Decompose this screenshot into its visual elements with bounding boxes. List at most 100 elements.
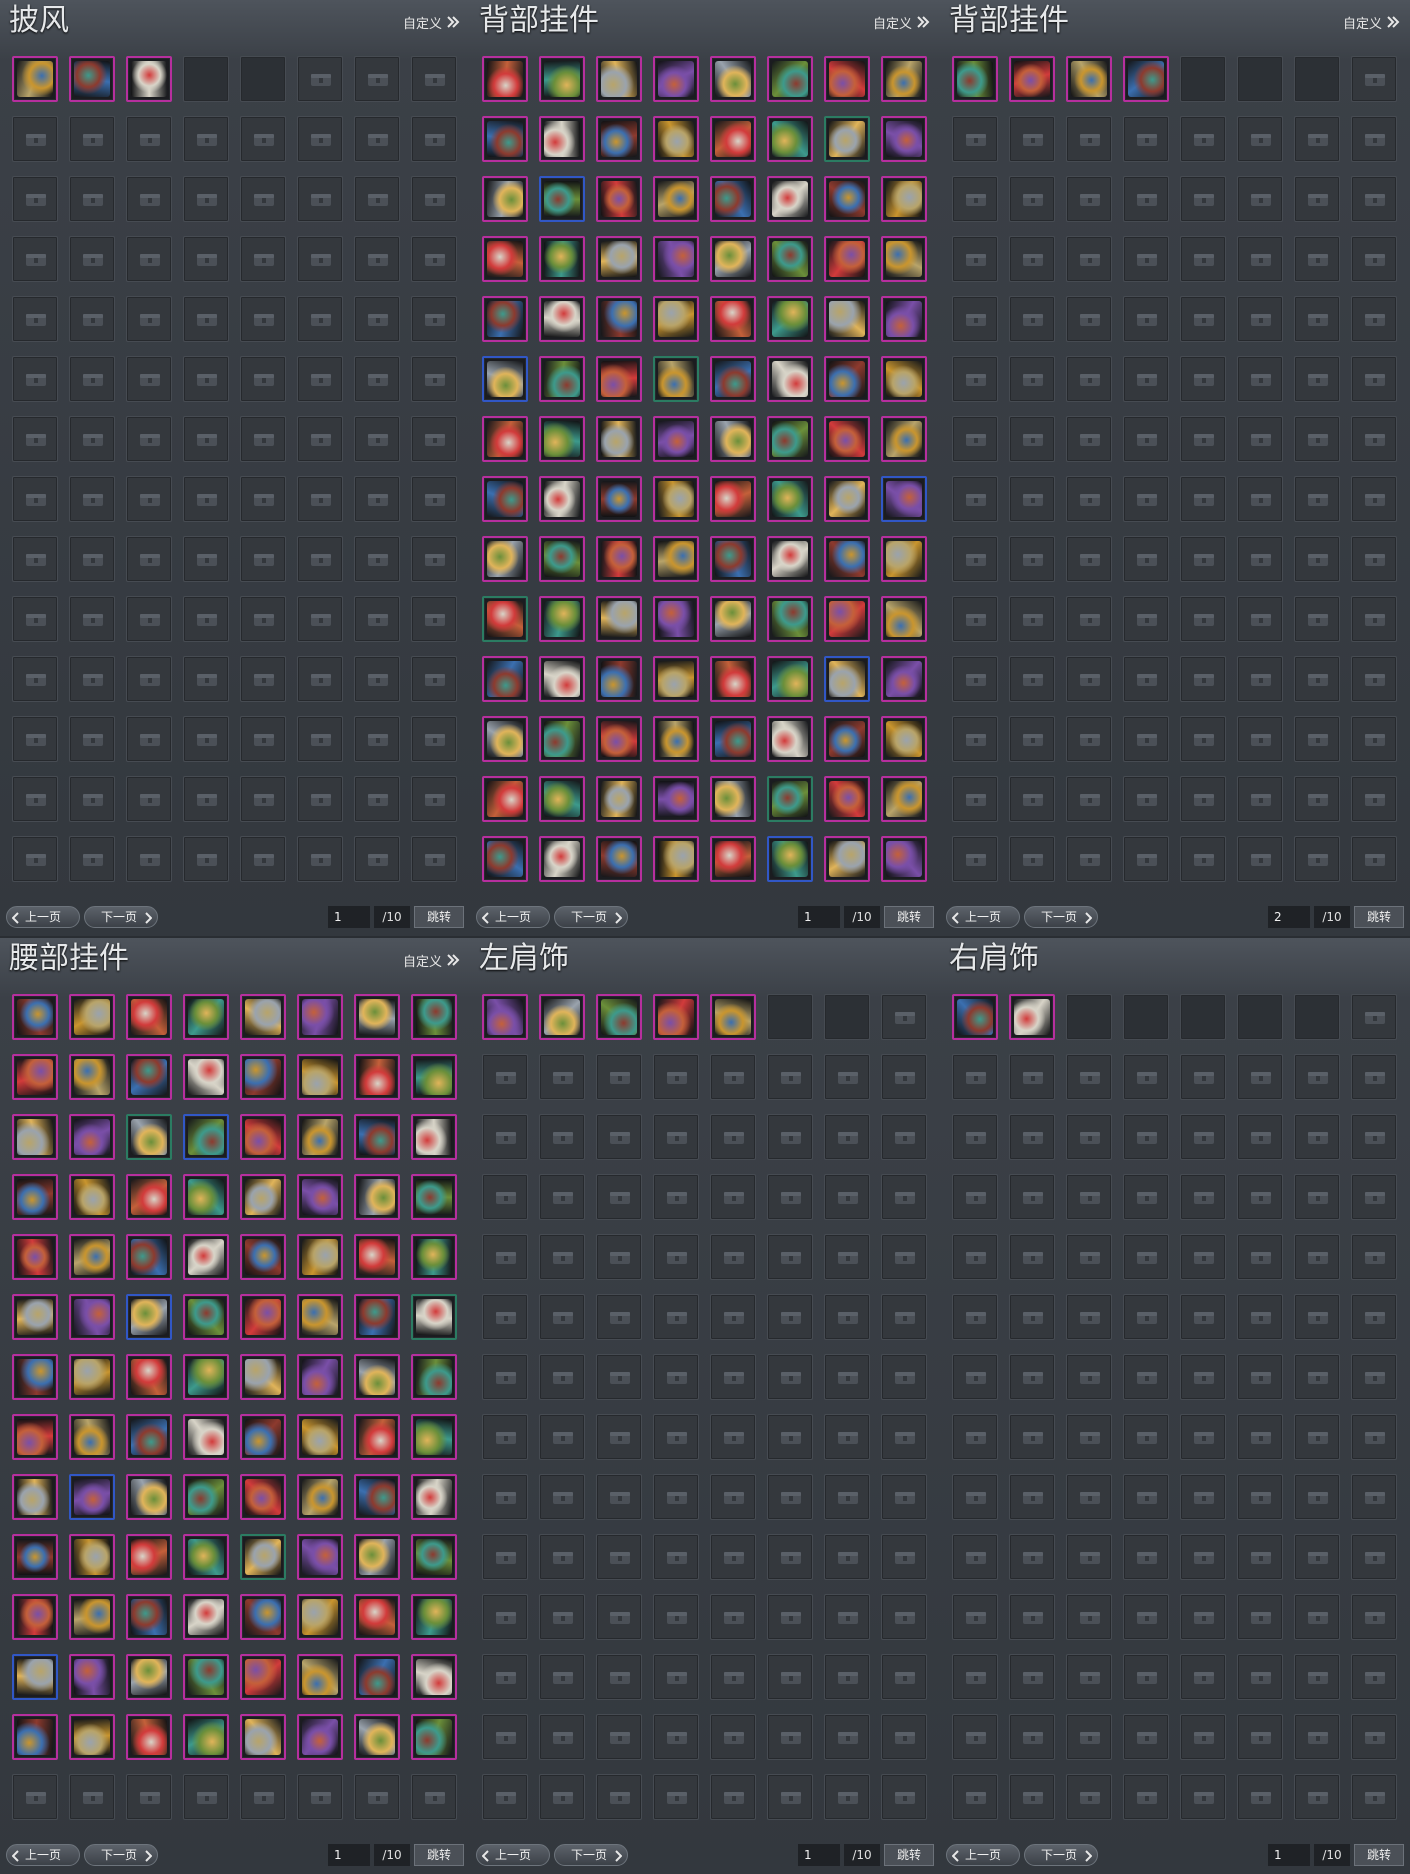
- empty-slot[interactable]: [1237, 994, 1283, 1040]
- item-slot[interactable]: [126, 1054, 172, 1100]
- item-slot[interactable]: [126, 1354, 172, 1400]
- next-page-button[interactable]: 下一页: [1024, 1844, 1098, 1866]
- item-slot[interactable]: [767, 836, 813, 882]
- item-slot[interactable]: [183, 1234, 229, 1280]
- item-slot[interactable]: [297, 1594, 343, 1640]
- item-slot[interactable]: [482, 416, 528, 462]
- item-slot[interactable]: [539, 236, 585, 282]
- item-slot[interactable]: [824, 476, 870, 522]
- item-slot[interactable]: [240, 1174, 286, 1220]
- item-slot[interactable]: [297, 1294, 343, 1340]
- item-slot[interactable]: [824, 176, 870, 222]
- next-page-button[interactable]: 下一页: [1024, 906, 1098, 928]
- page-number-input[interactable]: [798, 906, 840, 928]
- item-slot[interactable]: [767, 476, 813, 522]
- item-slot[interactable]: [881, 416, 927, 462]
- item-slot[interactable]: [69, 1594, 115, 1640]
- item-slot[interactable]: [482, 176, 528, 222]
- item-slot[interactable]: [710, 296, 756, 342]
- prev-page-button[interactable]: 上一页: [6, 906, 80, 928]
- item-slot[interactable]: [126, 1174, 172, 1220]
- empty-slot[interactable]: [1180, 56, 1226, 102]
- item-slot[interactable]: [354, 1114, 400, 1160]
- item-slot[interactable]: [411, 1114, 457, 1160]
- item-slot[interactable]: [539, 116, 585, 162]
- item-slot[interactable]: [183, 1414, 229, 1460]
- page-number-input[interactable]: [1268, 1844, 1310, 1866]
- item-slot[interactable]: [411, 1174, 457, 1220]
- item-slot[interactable]: [824, 296, 870, 342]
- item-slot[interactable]: [824, 716, 870, 762]
- item-slot[interactable]: [482, 836, 528, 882]
- item-slot[interactable]: [653, 656, 699, 702]
- item-slot[interactable]: [881, 476, 927, 522]
- item-slot[interactable]: [126, 994, 172, 1040]
- item-slot[interactable]: [824, 836, 870, 882]
- item-slot[interactable]: [1123, 56, 1169, 102]
- item-slot[interactable]: [539, 716, 585, 762]
- item-slot[interactable]: [767, 236, 813, 282]
- item-slot[interactable]: [183, 994, 229, 1040]
- item-slot[interactable]: [69, 1114, 115, 1160]
- item-slot[interactable]: [539, 476, 585, 522]
- item-slot[interactable]: [354, 1354, 400, 1400]
- item-slot[interactable]: [653, 236, 699, 282]
- item-slot[interactable]: [126, 56, 172, 102]
- item-slot[interactable]: [596, 176, 642, 222]
- item-slot[interactable]: [69, 1174, 115, 1220]
- item-slot[interactable]: [12, 1354, 58, 1400]
- item-slot[interactable]: [710, 236, 756, 282]
- item-slot[interactable]: [183, 1294, 229, 1340]
- item-slot[interactable]: [824, 56, 870, 102]
- item-slot[interactable]: [297, 1114, 343, 1160]
- item-slot[interactable]: [596, 236, 642, 282]
- item-slot[interactable]: [12, 1294, 58, 1340]
- item-slot[interactable]: [710, 994, 756, 1040]
- item-slot[interactable]: [539, 596, 585, 642]
- item-slot[interactable]: [539, 656, 585, 702]
- jump-button[interactable]: 跳转: [414, 1844, 464, 1866]
- item-slot[interactable]: [653, 176, 699, 222]
- item-slot[interactable]: [596, 994, 642, 1040]
- item-slot[interactable]: [710, 56, 756, 102]
- item-slot[interactable]: [12, 1174, 58, 1220]
- empty-slot[interactable]: [1123, 994, 1169, 1040]
- item-slot[interactable]: [482, 296, 528, 342]
- item-slot[interactable]: [12, 56, 58, 102]
- item-slot[interactable]: [881, 656, 927, 702]
- item-slot[interactable]: [881, 116, 927, 162]
- item-slot[interactable]: [824, 536, 870, 582]
- item-slot[interactable]: [126, 1294, 172, 1340]
- item-slot[interactable]: [653, 994, 699, 1040]
- customize-button[interactable]: 自定义: [403, 950, 460, 970]
- item-slot[interactable]: [482, 536, 528, 582]
- item-slot[interactable]: [596, 356, 642, 402]
- item-slot[interactable]: [183, 1654, 229, 1700]
- item-slot[interactable]: [653, 536, 699, 582]
- item-slot[interactable]: [653, 776, 699, 822]
- item-slot[interactable]: [710, 536, 756, 582]
- customize-button[interactable]: 自定义: [873, 12, 930, 32]
- item-slot[interactable]: [710, 416, 756, 462]
- item-slot[interactable]: [12, 1594, 58, 1640]
- item-slot[interactable]: [126, 1474, 172, 1520]
- item-slot[interactable]: [596, 596, 642, 642]
- page-number-input[interactable]: [798, 1844, 840, 1866]
- jump-button[interactable]: 跳转: [414, 906, 464, 928]
- item-slot[interactable]: [354, 1054, 400, 1100]
- item-slot[interactable]: [240, 1354, 286, 1400]
- jump-button[interactable]: 跳转: [1354, 906, 1404, 928]
- page-number-input[interactable]: [328, 1844, 370, 1866]
- item-slot[interactable]: [354, 1294, 400, 1340]
- item-slot[interactable]: [297, 1354, 343, 1400]
- item-slot[interactable]: [411, 1354, 457, 1400]
- prev-page-button[interactable]: 上一页: [946, 906, 1020, 928]
- jump-button[interactable]: 跳转: [884, 1844, 934, 1866]
- item-slot[interactable]: [710, 716, 756, 762]
- empty-slot[interactable]: [1237, 56, 1283, 102]
- item-slot[interactable]: [411, 994, 457, 1040]
- item-slot[interactable]: [69, 1714, 115, 1760]
- item-slot[interactable]: [952, 994, 998, 1040]
- item-slot[interactable]: [69, 1234, 115, 1280]
- empty-slot[interactable]: [1294, 56, 1340, 102]
